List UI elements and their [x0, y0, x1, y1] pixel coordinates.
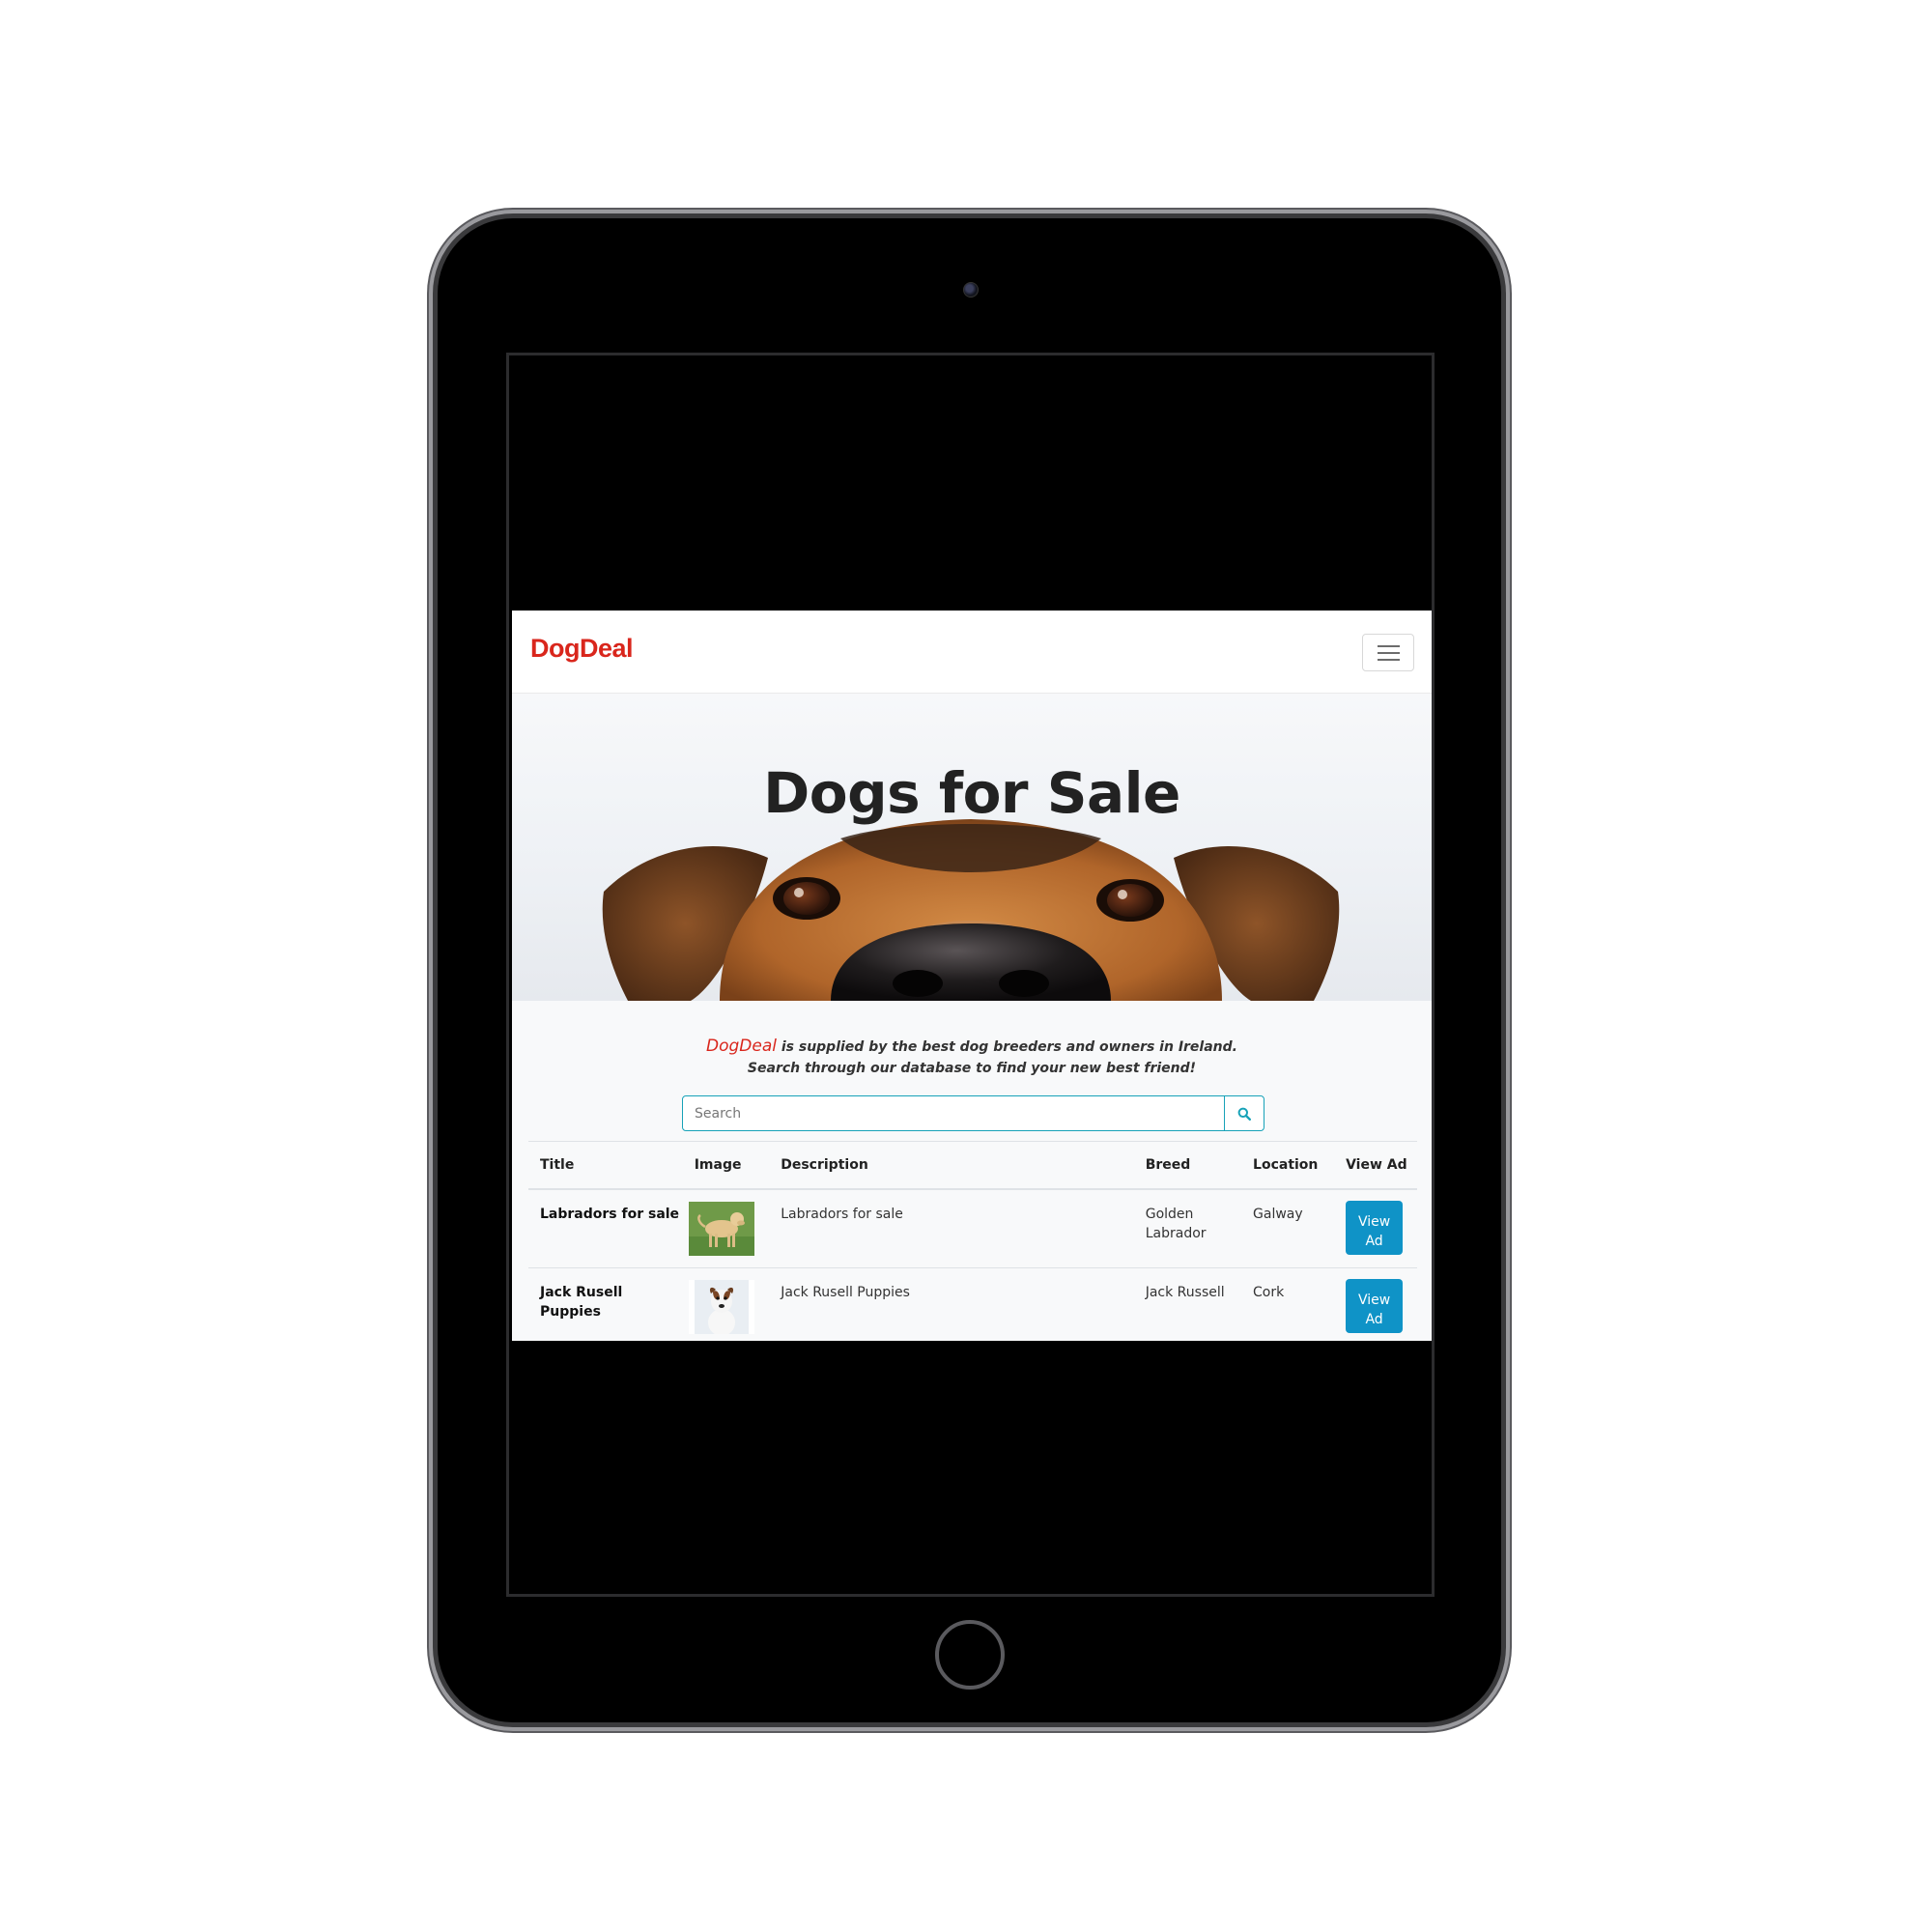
intro-line-1: is supplied by the best dog breeders and… [776, 1039, 1237, 1055]
column-header-description: Description [769, 1141, 1134, 1190]
ad-description: Labradors for sale [769, 1188, 1134, 1268]
table-header-row: Title Image Description Breed Location V… [528, 1141, 1417, 1190]
search-button[interactable] [1224, 1096, 1264, 1130]
hamburger-icon [1378, 645, 1400, 647]
view-ad-button[interactable]: View Ad [1346, 1200, 1404, 1255]
tablet-frame: DogDeal Dogs for Sale DogDeal is supplie… [438, 218, 1501, 1722]
column-header-location: Location [1241, 1141, 1335, 1190]
brand-logo[interactable]: DogDeal [530, 634, 634, 664]
camera-icon [963, 282, 979, 298]
ad-breed: Golden Labrador [1133, 1188, 1242, 1268]
ad-location: Cork [1241, 1267, 1335, 1341]
jack-russell-thumbnail [688, 1280, 754, 1334]
table-row: Labradors for sale Labradors for sale Go… [528, 1188, 1417, 1268]
intro-text: DogDeal is supplied by the best dog bree… [512, 1036, 1432, 1079]
intro-brand: DogDeal [706, 1037, 777, 1056]
column-header-view-ad: View Ad [1334, 1141, 1417, 1190]
ad-title: Jack Rusell Puppies [528, 1267, 683, 1341]
table-row: Jack Rusell Puppies Jack Rusell Puppies … [528, 1267, 1417, 1341]
search-bar [682, 1095, 1264, 1131]
web-page: DogDeal Dogs for Sale DogDeal is supplie… [512, 611, 1432, 1341]
view-ad-button[interactable]: View Ad [1346, 1279, 1404, 1333]
column-header-breed: Breed [1133, 1141, 1242, 1190]
ad-location: Galway [1241, 1188, 1335, 1268]
ad-title: Labradors for sale [528, 1188, 683, 1268]
intro-line-2: Search through our database to find your… [747, 1061, 1197, 1076]
menu-toggle-button[interactable] [1362, 634, 1414, 671]
hero-banner: Dogs for Sale [512, 694, 1432, 1001]
ad-description: Jack Rusell Puppies [769, 1267, 1134, 1341]
ad-breed: Jack Russell [1133, 1267, 1242, 1341]
tablet-screen: DogDeal Dogs for Sale DogDeal is supplie… [506, 353, 1435, 1597]
column-header-title: Title [528, 1141, 683, 1190]
navbar: DogDeal [512, 611, 1432, 694]
home-button[interactable] [935, 1620, 1005, 1690]
hero-title: Dogs for Sale [763, 760, 1180, 826]
column-header-image: Image [682, 1141, 770, 1190]
search-input[interactable] [683, 1096, 1224, 1130]
search-icon [1237, 1107, 1251, 1121]
dog-face-photo [602, 819, 1340, 1001]
labrador-thumbnail [688, 1201, 754, 1256]
ads-table: Title Image Description Breed Location V… [528, 1141, 1417, 1341]
